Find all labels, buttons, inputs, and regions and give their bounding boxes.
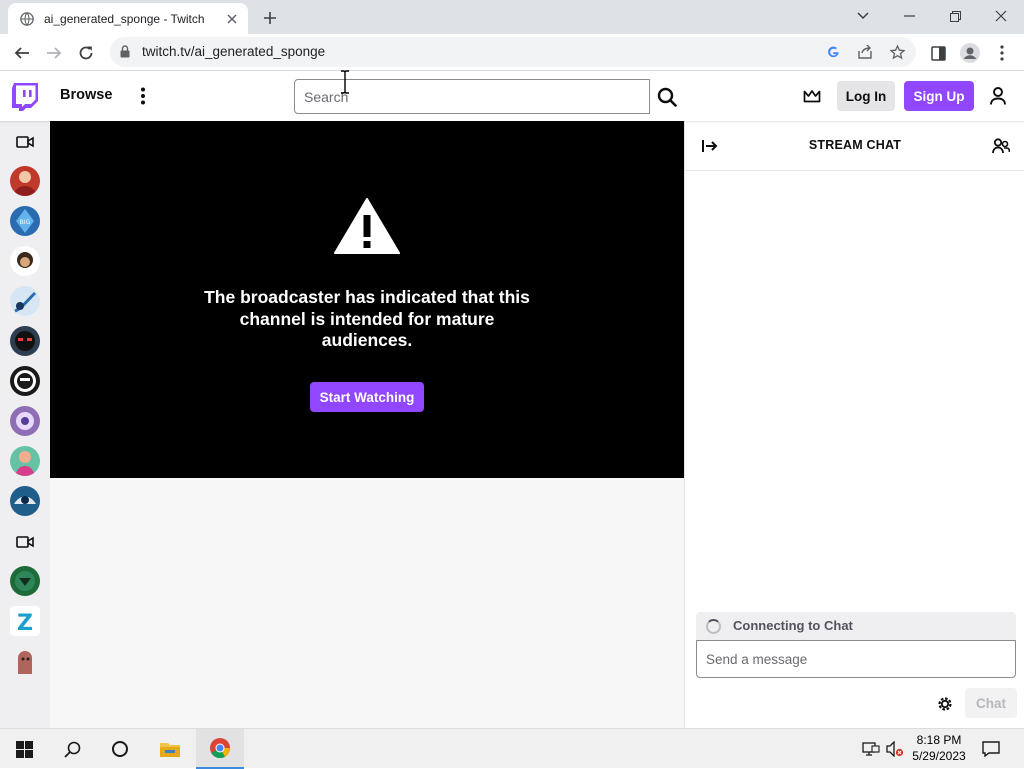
file-explorer-icon[interactable]	[146, 729, 194, 769]
share-icon[interactable]	[854, 41, 876, 63]
search-icon	[657, 87, 677, 107]
community-users-icon[interactable]	[989, 135, 1013, 157]
chat-message-input[interactable]	[697, 641, 1015, 677]
chat-settings-gear-icon[interactable]	[934, 693, 956, 715]
action-center-icon[interactable]	[981, 739, 1001, 759]
reload-icon[interactable]	[72, 39, 100, 67]
taskbar-search-icon[interactable]	[48, 729, 96, 769]
side-panel-icon[interactable]	[924, 39, 952, 67]
chrome-menu-icon[interactable]	[988, 39, 1016, 67]
channel-avatar[interactable]	[10, 646, 40, 676]
windows-start-icon[interactable]	[0, 729, 48, 769]
followed-channels-rail: BIG Z	[0, 121, 50, 728]
text-cursor-icon	[341, 70, 349, 94]
user-menu-icon[interactable]	[986, 84, 1010, 108]
forward-icon[interactable]	[40, 39, 68, 67]
back-icon[interactable]	[8, 39, 36, 67]
channel-avatar[interactable]	[10, 166, 40, 196]
browse-link[interactable]: Browse	[60, 87, 112, 103]
twitch-top-nav: Browse Log In Sign Up	[0, 71, 1024, 121]
channel-avatar[interactable]	[10, 446, 40, 476]
chrome-taskbar-icon[interactable]	[196, 729, 244, 769]
tab-close-icon[interactable]	[222, 9, 242, 29]
globe-icon	[20, 11, 34, 26]
taskbar-clock[interactable]: 8:18 PM 5/29/2023	[908, 732, 970, 764]
tab-search-chevron-icon[interactable]	[840, 2, 886, 30]
chat-status-bar: Connecting to Chat	[696, 612, 1016, 640]
profile-icon[interactable]	[956, 39, 984, 67]
prime-crown-icon[interactable]	[800, 85, 824, 107]
signup-button[interactable]: Sign Up	[904, 81, 974, 111]
restore-icon[interactable]	[932, 2, 978, 30]
start-watching-button[interactable]: Start Watching	[310, 382, 424, 412]
close-window-icon[interactable]	[978, 2, 1024, 30]
url-text: twitch.tv/ai_generated_sponge	[142, 44, 326, 59]
minimize-icon[interactable]	[886, 2, 932, 30]
lock-icon	[120, 45, 130, 58]
network-icon[interactable]	[861, 739, 881, 759]
chat-title: STREAM CHAT	[808, 138, 902, 152]
svg-text:BIG: BIG	[20, 219, 31, 226]
main-content: The broadcaster has indicated that this …	[50, 121, 684, 728]
windows-taskbar: 8:18 PM 5/29/2023	[0, 728, 1024, 769]
video-player[interactable]: The broadcaster has indicated that this …	[50, 121, 684, 478]
more-options-icon[interactable]	[133, 83, 153, 109]
warning-icon	[334, 198, 400, 254]
volume-muted-icon[interactable]	[885, 739, 905, 759]
channel-avatar[interactable]	[10, 286, 40, 316]
channel-avatar[interactable]	[10, 366, 40, 396]
stream-chat-panel: STREAM CHAT Connecting to Chat Chat	[684, 121, 1024, 728]
tab-title: ai_generated_sponge - Twitch	[44, 11, 205, 26]
new-tab-icon[interactable]	[259, 7, 281, 29]
search-button[interactable]	[652, 79, 682, 114]
channel-avatar[interactable]	[10, 406, 40, 436]
send-chat-button[interactable]: Chat	[965, 688, 1017, 718]
chat-header: STREAM CHAT	[685, 121, 1024, 171]
channel-avatar[interactable]: BIG	[10, 206, 40, 236]
svg-text:Z: Z	[17, 611, 33, 636]
video-camera-icon	[16, 136, 34, 148]
channel-avatar[interactable]	[10, 246, 40, 276]
video-camera-icon	[16, 536, 34, 548]
bookmark-star-icon[interactable]	[886, 41, 908, 63]
channel-avatar[interactable]	[10, 486, 40, 516]
address-bar[interactable]: twitch.tv/ai_generated_sponge	[110, 37, 916, 67]
twitch-logo-icon[interactable]	[12, 83, 38, 114]
mature-warning-text: The broadcaster has indicated that this …	[204, 287, 530, 350]
channel-avatar[interactable]: Z	[10, 606, 40, 636]
chat-status-text: Connecting to Chat	[733, 618, 853, 633]
clock-time: 8:18 PM	[916, 733, 962, 747]
google-lens-icon[interactable]	[822, 41, 844, 63]
loading-spinner-icon	[706, 619, 721, 634]
login-button[interactable]: Log In	[837, 81, 895, 111]
clock-date: 5/29/2023	[912, 749, 966, 763]
channel-avatar[interactable]	[10, 566, 40, 596]
browser-toolbar: twitch.tv/ai_generated_sponge	[0, 34, 1024, 71]
task-view-cortana-icon[interactable]	[96, 729, 144, 769]
channel-avatar[interactable]	[10, 326, 40, 356]
browser-tab[interactable]: ai_generated_sponge - Twitch	[8, 3, 248, 34]
browser-tab-strip: ai_generated_sponge - Twitch	[0, 0, 1024, 34]
chat-message-field[interactable]	[696, 640, 1016, 678]
